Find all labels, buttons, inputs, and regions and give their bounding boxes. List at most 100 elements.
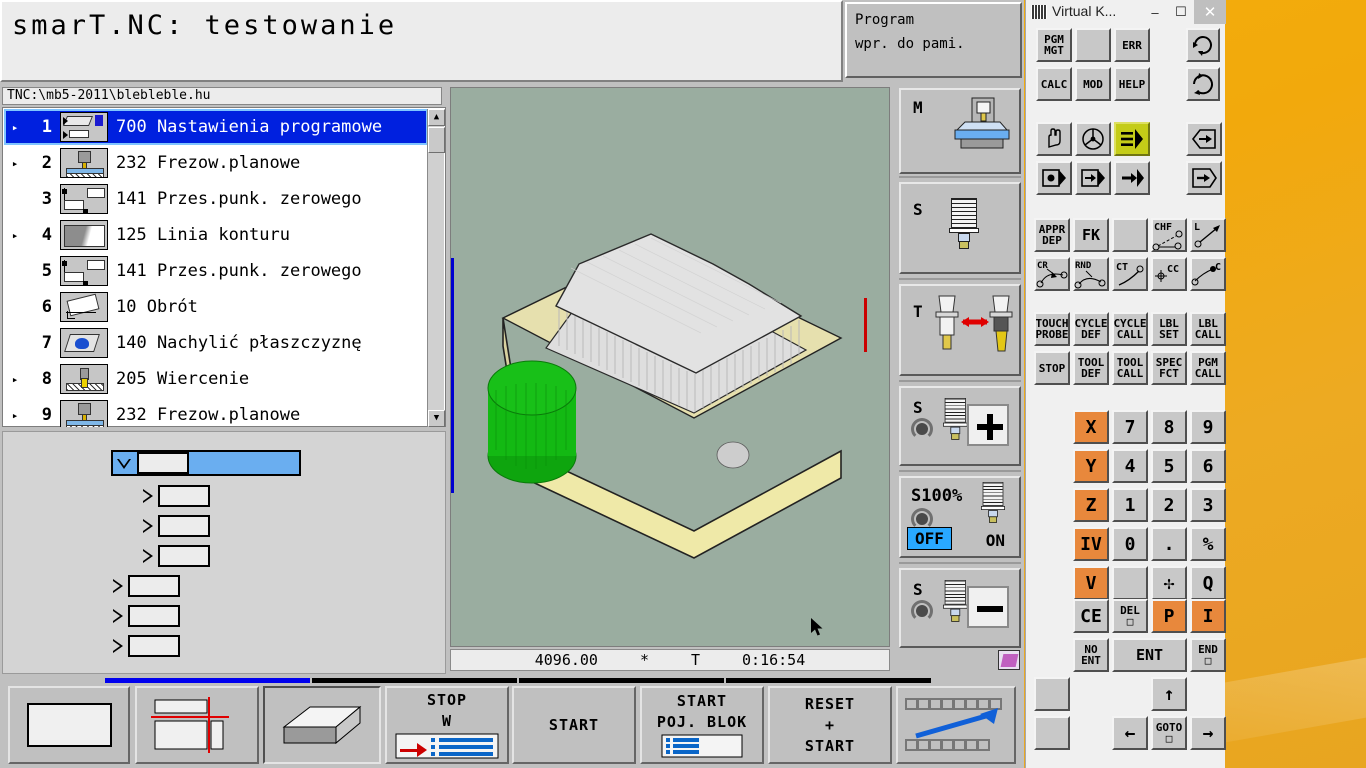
virtual-keyboard-titlebar[interactable]: Virtual K... – ☐ ✕	[1026, 0, 1226, 24]
key-cr[interactable]: CR	[1034, 257, 1070, 291]
program-row[interactable]: ▸ 9 232 Frezow.planowe	[4, 397, 428, 427]
program-row[interactable]: 3 141 Przes.punk. zerowego	[4, 181, 428, 217]
key-ce[interactable]: CE	[1073, 599, 1109, 633]
chevron-down-icon[interactable]	[117, 458, 131, 469]
form-field[interactable]	[128, 635, 180, 657]
softkey-start-single-block[interactable]: START POJ. BLOK	[640, 686, 764, 764]
key-positioning-mdi[interactable]	[1186, 122, 1222, 156]
program-step-list[interactable]: ▸ 1 700 Nastawienia programowe ▸ 2 232 Frezow…	[2, 107, 446, 427]
key-rnd[interactable]: RND	[1073, 257, 1109, 291]
chevron-right-icon[interactable]	[143, 519, 153, 533]
form-field[interactable]	[137, 452, 189, 474]
row-expander-icon[interactable]: ▸	[4, 409, 26, 422]
simulation-canvas[interactable]	[450, 87, 890, 647]
program-list-scrollbar[interactable]: ▲ ▼	[427, 109, 445, 427]
chevron-right-icon[interactable]	[143, 489, 153, 503]
key-handwheel[interactable]	[1075, 122, 1111, 156]
key-8[interactable]: 8	[1151, 410, 1187, 444]
chevron-right-icon[interactable]	[143, 549, 153, 563]
key-axis-z[interactable]: Z	[1073, 488, 1109, 522]
key-arrow-left[interactable]: ←	[1112, 716, 1148, 750]
close-icon[interactable]: ✕	[1194, 0, 1226, 24]
key-ct[interactable]: CT	[1112, 257, 1148, 291]
chevron-right-icon[interactable]	[113, 639, 123, 653]
program-row[interactable]: 6 10 Obrót	[4, 289, 428, 325]
key-7[interactable]: 7	[1112, 410, 1148, 444]
softkey-start[interactable]: START	[512, 686, 636, 764]
key-p[interactable]: P	[1151, 599, 1187, 633]
scroll-down-icon[interactable]: ▼	[428, 410, 445, 427]
key-program-run-sequence[interactable]	[1114, 161, 1150, 195]
key-nav-blank-2[interactable]	[1034, 716, 1070, 750]
key-cycle-call[interactable]: CYCLE CALL	[1112, 312, 1148, 346]
key-l[interactable]: L	[1190, 218, 1226, 252]
key-decimal[interactable]: .	[1151, 527, 1187, 561]
spindle-speed-button[interactable]: S	[899, 182, 1021, 274]
form-tree-node[interactable]	[113, 574, 180, 598]
program-row[interactable]: ▸ 2 232 Frezow.planowe	[4, 145, 428, 181]
softkey-split-view[interactable]	[135, 686, 259, 764]
row-expander-icon[interactable]: ▸	[4, 157, 26, 170]
key-del[interactable]: DEL □	[1112, 599, 1148, 633]
key-6[interactable]: 6	[1190, 449, 1226, 483]
key-program-run-full[interactable]	[1114, 122, 1150, 156]
form-tree-node[interactable]	[111, 450, 301, 476]
minimize-icon[interactable]: –	[1142, 0, 1168, 24]
softkey-3d-view[interactable]	[263, 686, 381, 764]
key-mod[interactable]: MOD	[1075, 67, 1111, 101]
key-spec-fct[interactable]: SPEC FCT	[1151, 351, 1187, 385]
form-tree-node[interactable]	[113, 604, 180, 628]
key-1[interactable]: 1	[1112, 488, 1148, 522]
form-field[interactable]	[128, 605, 180, 627]
key-blank-3[interactable]	[1112, 566, 1148, 600]
program-row[interactable]: 5 141 Przes.punk. zerowego	[4, 253, 428, 289]
scroll-up-icon[interactable]: ▲	[428, 109, 445, 126]
key-percent[interactable]: %	[1190, 527, 1226, 561]
key-program-run-single[interactable]	[1075, 161, 1111, 195]
softkey-scroll-right[interactable]	[896, 686, 1016, 764]
row-expander-icon[interactable]: ▸	[4, 373, 26, 386]
row-expander-icon[interactable]: ▸	[4, 229, 26, 242]
key-lbl-call[interactable]: LBL CALL	[1190, 312, 1226, 346]
key-cycle-rotate-2[interactable]	[1186, 67, 1220, 101]
m-function-button[interactable]: M	[899, 88, 1021, 174]
key-3[interactable]: 3	[1190, 488, 1226, 522]
key-lbl-set[interactable]: LBL SET	[1151, 312, 1187, 346]
tool-change-button[interactable]: T	[899, 284, 1021, 376]
decrease-icon[interactable]	[967, 586, 1009, 628]
step-form-tree-panel[interactable]	[2, 431, 446, 674]
key-goto[interactable]: GOTO □	[1151, 716, 1187, 750]
key-err[interactable]: ERR	[1114, 28, 1150, 62]
key-i[interactable]: I	[1190, 599, 1226, 633]
override-off-badge[interactable]: OFF	[907, 527, 952, 550]
spindle-plus-button[interactable]: S	[899, 386, 1021, 466]
key-fk[interactable]: FK	[1073, 218, 1109, 252]
form-tree-node[interactable]	[113, 634, 180, 658]
key-2[interactable]: 2	[1151, 488, 1187, 522]
key-tool-call[interactable]: TOOL CALL	[1112, 351, 1148, 385]
form-tree-node[interactable]	[143, 544, 210, 568]
spindle-minus-button[interactable]: S	[899, 568, 1021, 648]
spindle-override-button[interactable]: S100% OFF ON	[899, 476, 1021, 558]
key-chf[interactable]: CHF	[1151, 218, 1187, 252]
softkey-stop-at[interactable]: STOP W	[385, 686, 509, 764]
softkey-blank-view[interactable]	[8, 686, 130, 764]
key-axis-iv[interactable]: IV	[1073, 527, 1109, 561]
key-touch-probe[interactable]: TOUCH PROBE	[1034, 312, 1070, 346]
key-blank-2[interactable]	[1112, 218, 1148, 252]
key-0[interactable]: 0	[1112, 527, 1148, 561]
key-axis-y[interactable]: Y	[1073, 449, 1109, 483]
key-arrow-up[interactable]: ↑	[1151, 677, 1187, 711]
override-on-label[interactable]: ON	[986, 531, 1005, 550]
key-calc[interactable]: CALC	[1036, 67, 1072, 101]
key-no-ent[interactable]: NO ENT	[1073, 638, 1109, 672]
maximize-icon[interactable]: ☐	[1168, 0, 1194, 24]
chevron-right-icon[interactable]	[113, 579, 123, 593]
key-ent[interactable]: ENT	[1112, 638, 1187, 672]
program-row[interactable]: ▸ 1 700 Nastawienia programowe	[4, 109, 428, 145]
form-tree-node[interactable]	[143, 514, 210, 538]
key-manual-operation[interactable]	[1036, 122, 1072, 156]
key-tool-def[interactable]: TOOL DEF	[1073, 351, 1109, 385]
key-c[interactable]: C	[1190, 257, 1226, 291]
program-row[interactable]: ▸ 8 205 Wiercenie	[4, 361, 428, 397]
